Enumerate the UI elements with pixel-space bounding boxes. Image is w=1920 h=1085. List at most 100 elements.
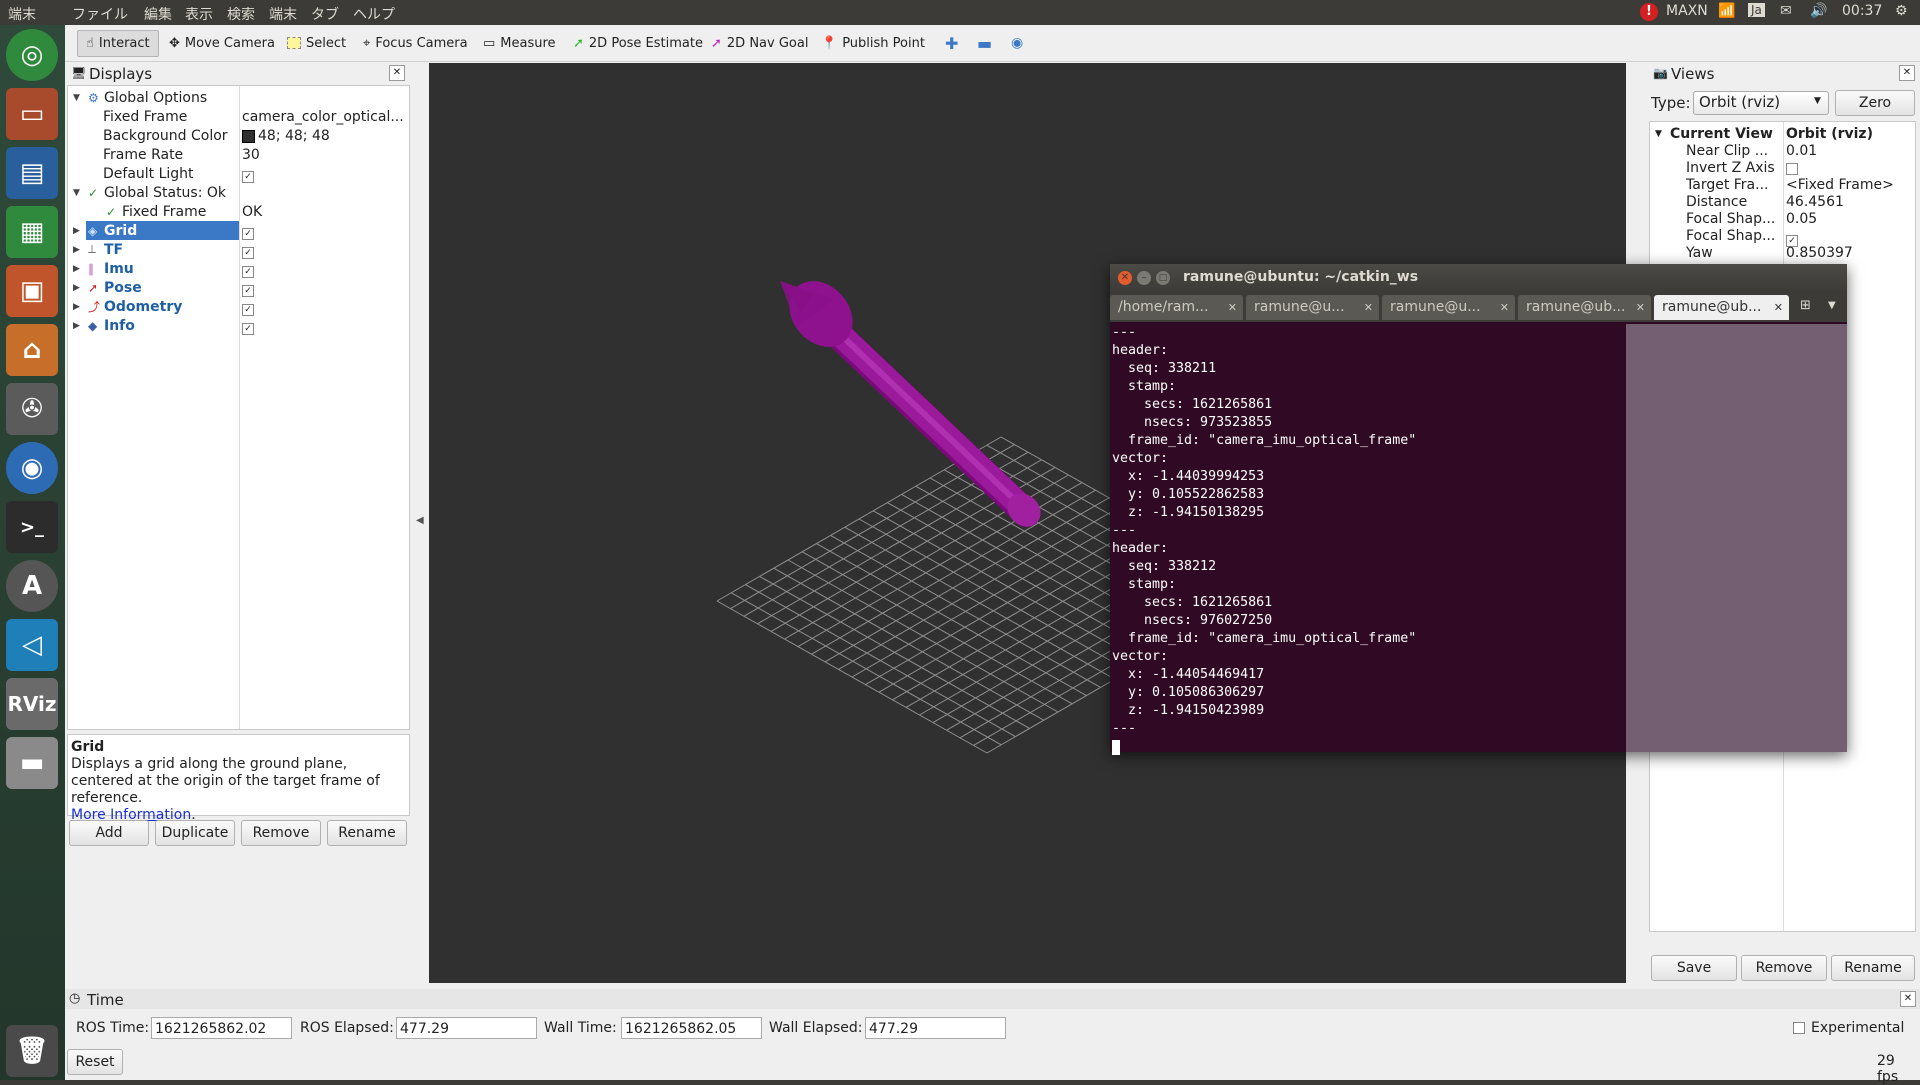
close-tab-icon[interactable]: ✕ (1774, 295, 1783, 320)
close-tab-icon[interactable]: ✕ (1636, 295, 1645, 320)
impress-icon[interactable]: ▣ (6, 265, 58, 317)
tool-select[interactable]: Select (287, 32, 346, 54)
close-icon[interactable]: ✕ (1900, 991, 1916, 1007)
menu-tabs[interactable]: タブ (311, 4, 339, 24)
maximize-window-icon[interactable]: □ (1156, 271, 1170, 285)
tab-list-chevron-icon[interactable]: ▼ (1828, 300, 1836, 311)
tf-checkbox[interactable]: ✓ (242, 243, 254, 259)
grid-checkbox[interactable]: ✓ (242, 224, 254, 240)
tree-row-target-frame[interactable]: Target Fra... <Fixed Frame> (1650, 177, 1915, 194)
chromium-icon[interactable]: ◉ (6, 442, 58, 494)
terminal-window[interactable]: ✕ – □ ramune@ubuntu: ~/catkin_ws /home/r… (1110, 264, 1847, 755)
software-updater-icon[interactable]: A (6, 560, 58, 612)
tool-2d-nav-goal[interactable]: ➚ 2D Nav Goal (711, 32, 808, 54)
tree-row-grid[interactable]: ▶ ◈ Grid ✓ (68, 221, 408, 240)
expand-right-icon[interactable]: ▶ (73, 245, 80, 255)
terminal-tab[interactable]: ramune@u... ✕ (1382, 295, 1515, 320)
expand-right-icon[interactable]: ▶ (73, 321, 80, 331)
close-icon[interactable]: ✕ (389, 65, 405, 81)
expand-down-icon[interactable]: ▼ (73, 93, 80, 103)
volume-icon[interactable]: 🔊 (1810, 3, 1827, 19)
minimize-window-icon[interactable]: – (1137, 271, 1151, 285)
keyboard-indicator[interactable]: Ja (1748, 3, 1765, 17)
tree-row-invert-z[interactable]: Invert Z Axis (1650, 160, 1915, 177)
calc-icon[interactable]: ▦ (6, 206, 58, 258)
software-center-icon[interactable]: ⌂ (6, 324, 58, 376)
terminal-tab[interactable]: /home/ram... ✕ (1110, 295, 1243, 320)
pose-checkbox[interactable]: ✓ (242, 281, 254, 297)
save-button[interactable]: Save (1651, 955, 1737, 981)
tool-publish-point[interactable]: 📍 Publish Point (821, 32, 925, 54)
add-tool-plus-icon[interactable]: ✚ (945, 32, 958, 54)
menu-help[interactable]: ヘルプ (353, 4, 395, 24)
odometry-checkbox[interactable]: ✓ (242, 300, 254, 316)
collapse-left-icon[interactable]: ◀ (416, 515, 424, 526)
close-window-icon[interactable]: ✕ (1118, 271, 1132, 285)
remove-button[interactable]: Remove (241, 820, 321, 846)
terminal-tab-active[interactable]: ramune@ub... ✕ (1654, 295, 1789, 320)
tree-row-tf[interactable]: ▶ ⟂ TF ✓ (68, 240, 408, 259)
add-button[interactable]: Add (69, 820, 149, 846)
expand-right-icon[interactable]: ▶ (73, 302, 80, 312)
expand-right-icon[interactable]: ▶ (73, 283, 80, 293)
expand-right-icon[interactable]: ▶ (73, 226, 80, 236)
target-frame-value[interactable]: <Fixed Frame> (1786, 177, 1894, 193)
rename-button[interactable]: Rename (327, 820, 407, 846)
experimental-checkbox[interactable] (1793, 1022, 1805, 1038)
mail-icon[interactable]: ✉ (1780, 3, 1792, 19)
wifi-icon[interactable]: 📶 (1718, 3, 1735, 19)
tree-row-imu[interactable]: ▶ ∥ Imu ✓ (68, 259, 408, 278)
ubuntu-home-icon[interactable]: ◎ (6, 29, 58, 81)
tree-row-default-light[interactable]: Default Light ✓ (68, 164, 408, 183)
menu-search[interactable]: 検索 (227, 4, 255, 24)
tree-row-current-view[interactable]: ▼ Current View Orbit (rviz) (1650, 126, 1915, 143)
system-settings-icon[interactable]: ✇ (6, 383, 58, 435)
fixed-frame-value[interactable]: camera_color_optical... (242, 109, 404, 125)
tree-row-global-status[interactable]: ▼ ✓ Global Status: Ok (68, 183, 408, 202)
close-tab-icon[interactable]: ✕ (1364, 295, 1373, 320)
view-type-select[interactable]: Orbit (rviz) ▼ (1693, 91, 1829, 115)
tool-interact[interactable]: ☝ Interact (77, 30, 159, 57)
imu-checkbox[interactable]: ✓ (242, 262, 254, 278)
yaw-value[interactable]: 0.850397 (1786, 245, 1853, 261)
settings-gear-icon[interactable]: ⚙ (1895, 3, 1908, 19)
ros-time-field[interactable]: 1621265862.02 (151, 1017, 292, 1039)
close-tab-icon[interactable]: ✕ (1500, 295, 1509, 320)
frame-rate-value[interactable]: 30 (242, 147, 260, 163)
info-checkbox[interactable]: ✓ (242, 319, 254, 335)
terminal-tab[interactable]: ramune@u... ✕ (1246, 295, 1379, 320)
distance-value[interactable]: 46.4561 (1786, 194, 1844, 210)
tree-row-status-fixed-frame[interactable]: ✓ Fixed Frame OK (68, 202, 408, 221)
close-icon[interactable]: ✕ (1899, 65, 1915, 81)
eye-icon[interactable]: ◉ (1011, 32, 1023, 54)
tool-2d-pose-estimate[interactable]: ➚ 2D Pose Estimate (573, 32, 703, 54)
terminal-tab[interactable]: ramune@ub... ✕ (1518, 295, 1651, 320)
reset-button[interactable]: Reset (67, 1049, 123, 1075)
color-swatch[interactable] (242, 130, 255, 143)
tree-row-distance[interactable]: Distance 46.4561 (1650, 194, 1915, 211)
wall-elapsed-field[interactable]: 477.29 (865, 1017, 1006, 1039)
tree-row-frame-rate[interactable]: Frame Rate 30 (68, 145, 408, 164)
terminal-icon[interactable]: >_ (6, 501, 58, 553)
close-tab-icon[interactable]: ✕ (1228, 295, 1237, 320)
rviz-icon[interactable]: RViz (6, 678, 58, 730)
writer-icon[interactable]: ▤ (6, 147, 58, 199)
tree-row-focal-shape-size[interactable]: Focal Shap... 0.05 (1650, 211, 1915, 228)
default-light-checkbox[interactable]: ✓ (242, 167, 254, 183)
remove-tool-minus-icon[interactable]: ▬ (977, 32, 992, 54)
menu-file[interactable]: ファイル (72, 4, 128, 24)
tool-focus-camera[interactable]: ⌖ Focus Camera (363, 32, 468, 54)
tool-measure[interactable]: ▭ Measure (483, 32, 556, 54)
background-color-value[interactable]: 48; 48; 48 (258, 128, 330, 144)
clock[interactable]: 00:37 (1842, 3, 1882, 19)
tool-move-camera[interactable]: ✥ Move Camera (169, 32, 275, 54)
expand-right-icon[interactable]: ▶ (73, 264, 80, 274)
vscode-icon[interactable]: ◁ (6, 619, 58, 671)
tree-row-odometry[interactable]: ▶ ⤴ Odometry ✓ (68, 297, 408, 316)
duplicate-button[interactable]: Duplicate (155, 820, 235, 846)
drive-icon[interactable]: ▬ (6, 737, 58, 789)
menu-view[interactable]: 表示 (185, 4, 213, 24)
zero-button[interactable]: Zero (1835, 90, 1915, 116)
menu-edit[interactable]: 編集 (144, 4, 172, 24)
alert-icon[interactable]: ! (1640, 3, 1658, 21)
